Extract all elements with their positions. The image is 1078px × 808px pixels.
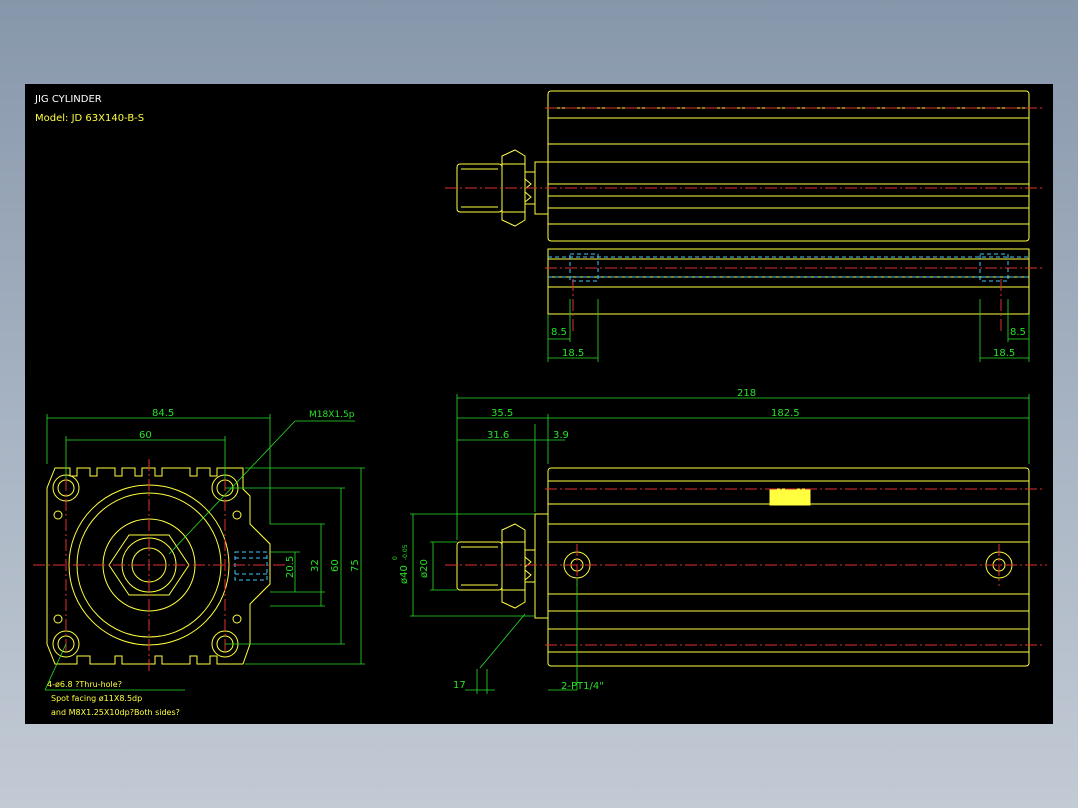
dim-overall-length: 218: [737, 388, 756, 399]
dim-top-right-large: 18.5: [993, 348, 1015, 359]
dim-side-h-60: 60: [330, 559, 341, 572]
note-holes-3: and M8X1.25X10dp?Both sides?: [51, 708, 180, 717]
dim-side-h-75: 75: [350, 559, 361, 572]
dim-top-left-small: 8.5: [551, 327, 567, 338]
front-view: [46, 467, 271, 665]
side-view: [456, 467, 1030, 667]
note-port: 2-PT1/4": [561, 681, 604, 692]
dim-top-right-small: 8.5: [1010, 327, 1026, 338]
dim-dia-40-tol-up: 0: [392, 556, 399, 560]
drawing-canvas: JIG CYLINDER Model: JD 63X140-B-S 8.5 18…: [25, 84, 1053, 724]
cad-drawing: JIG CYLINDER Model: JD 63X140-B-S 8.5 18…: [33, 90, 1047, 717]
top-view-dims: [547, 299, 1030, 362]
title-name: JIG CYLINDER: [34, 94, 102, 105]
dim-side-h-20: 20.5: [285, 556, 296, 578]
dim-dia-40: ø40: [399, 565, 410, 584]
front-view-centerlines: [33, 459, 285, 674]
front-view-dims: [44, 414, 365, 691]
dim-rod-length: 31.6: [487, 430, 509, 441]
dim-side-width: 84.5: [152, 408, 174, 419]
dim-dia-40-tol: -0.05: [402, 544, 409, 560]
front-view-hidden: [234, 551, 268, 581]
note-thread: M18X1.5p: [309, 410, 355, 420]
dim-thread-len: 17: [453, 680, 466, 691]
title-model: Model: JD 63X140-B-S: [35, 113, 144, 124]
dim-flange: 3.9: [553, 430, 569, 441]
top-view-centerlines: [445, 107, 1045, 332]
note-holes-1: 4-ø6.8 ?Thru-hole?: [47, 680, 122, 689]
dim-rod-extension: 35.5: [491, 408, 513, 419]
note-holes-2: Spot facing ø11X8.5dp: [51, 694, 142, 703]
top-view: [456, 90, 1030, 315]
dim-dia-20: ø20: [419, 559, 430, 578]
dim-side-h-32: 32: [310, 559, 321, 572]
dim-side-pitch: 60: [139, 430, 152, 441]
dim-body-length: 182.5: [771, 408, 800, 419]
dim-top-left-large: 18.5: [562, 348, 584, 359]
